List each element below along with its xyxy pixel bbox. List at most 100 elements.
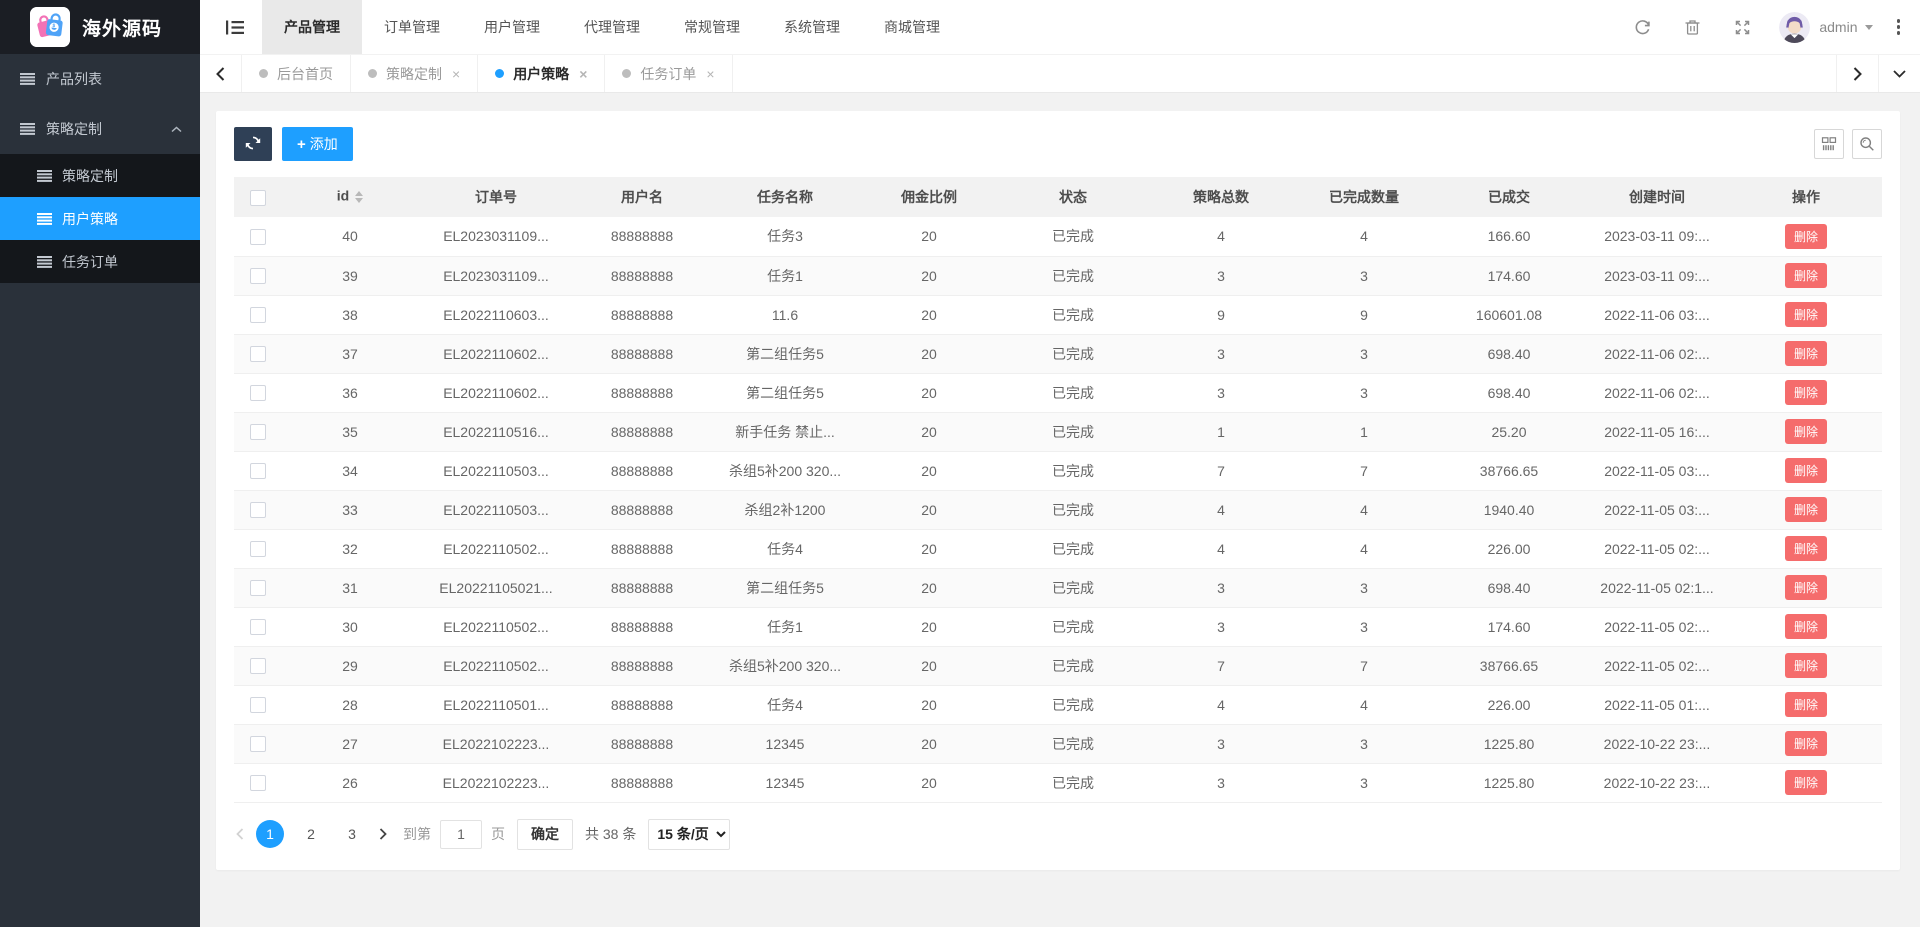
row-checkbox[interactable]: [250, 697, 266, 713]
row-checkbox[interactable]: [250, 424, 266, 440]
page-tab[interactable]: 后台首页: [242, 55, 351, 92]
page-tab[interactable]: 任务订单×: [605, 55, 732, 92]
topnav-tab[interactable]: 产品管理: [262, 0, 362, 54]
page-size-select[interactable]: 15 条/页: [648, 819, 730, 850]
cell-order_no: EL2022110602...: [418, 334, 574, 373]
cell-created: 2023-03-11 09:...: [1584, 217, 1730, 256]
search-icon[interactable]: [1852, 129, 1882, 159]
cell-id: 29: [282, 646, 418, 685]
row-checkbox[interactable]: [250, 541, 266, 557]
row-checkbox[interactable]: [250, 268, 266, 284]
fullscreen-icon[interactable]: [1717, 0, 1767, 54]
row-checkbox[interactable]: [250, 619, 266, 635]
row-checkbox[interactable]: [250, 580, 266, 596]
prev-page-icon[interactable]: [236, 828, 244, 840]
tabs-scroll-left-icon[interactable]: [200, 55, 242, 92]
delete-button[interactable]: 删除: [1785, 224, 1827, 249]
sort-asc-icon: [355, 187, 363, 196]
cell-turnover: 698.40: [1434, 568, 1584, 607]
refresh-table-button[interactable]: [234, 127, 272, 161]
close-icon[interactable]: ×: [579, 66, 587, 82]
list-icon: [37, 213, 52, 225]
delete-button[interactable]: 删除: [1785, 458, 1827, 483]
close-icon[interactable]: ×: [706, 66, 714, 82]
page-number[interactable]: 2: [297, 820, 325, 848]
delete-button[interactable]: 删除: [1785, 497, 1827, 522]
close-icon[interactable]: ×: [452, 66, 460, 82]
cell-action: 删除: [1730, 529, 1882, 568]
row-checkbox[interactable]: [250, 307, 266, 323]
page-number[interactable]: 1: [256, 820, 284, 848]
cell-status: 已完成: [998, 451, 1148, 490]
column-header-action: 操作: [1730, 177, 1882, 217]
cell-turnover: 226.00: [1434, 685, 1584, 724]
sidebar-item[interactable]: 策略定制: [0, 104, 200, 154]
topnav-tab[interactable]: 订单管理: [362, 0, 462, 54]
sidebar-subitem[interactable]: 任务订单: [0, 240, 200, 283]
cell-strategy_total: 4: [1148, 490, 1294, 529]
more-options-icon[interactable]: [1891, 13, 1907, 41]
page-number[interactable]: 3: [338, 820, 366, 848]
collapse-menu-icon[interactable]: [212, 0, 258, 54]
sidebar-item[interactable]: 产品列表: [0, 54, 200, 104]
delete-button[interactable]: 删除: [1785, 692, 1827, 717]
sidebar-subitem[interactable]: 策略定制: [0, 154, 200, 197]
topnav-tab[interactable]: 系统管理: [762, 0, 862, 54]
next-page-icon[interactable]: [379, 828, 387, 840]
list-icon: [20, 123, 35, 135]
column-header-task_name: 任务名称: [710, 177, 860, 217]
delete-button[interactable]: 删除: [1785, 302, 1827, 327]
delete-button[interactable]: 删除: [1785, 614, 1827, 639]
refresh-icon[interactable]: [1617, 0, 1667, 54]
confirm-button[interactable]: 确定: [517, 819, 573, 850]
trash-icon[interactable]: [1667, 0, 1717, 54]
cell-status: 已完成: [998, 685, 1148, 724]
delete-button[interactable]: 删除: [1785, 341, 1827, 366]
card-toolbar-right: [1814, 129, 1882, 159]
topnav-tab[interactable]: 代理管理: [562, 0, 662, 54]
row-checkbox[interactable]: [250, 385, 266, 401]
page-tab[interactable]: 策略定制×: [351, 55, 478, 92]
tabs-dropdown-icon[interactable]: [1878, 55, 1920, 92]
column-header-label: 操作: [1792, 189, 1820, 205]
topnav-tab[interactable]: 商城管理: [862, 0, 962, 54]
tab-dot-icon: [622, 69, 631, 78]
row-checkbox[interactable]: [250, 502, 266, 518]
chevron-up-icon: [171, 126, 182, 133]
delete-button[interactable]: 删除: [1785, 263, 1827, 288]
select-all-checkbox[interactable]: [250, 190, 266, 206]
column-filter-icon[interactable]: [1814, 129, 1844, 159]
row-checkbox[interactable]: [250, 463, 266, 479]
sidebar-subitem[interactable]: 用户策略: [0, 197, 200, 240]
page-tab[interactable]: 用户策略×: [478, 55, 605, 92]
data-table: id订单号用户名任务名称佣金比例状态策略总数已完成数量已成交创建时间操作 40E…: [234, 177, 1882, 803]
user-menu[interactable]: admin: [1779, 12, 1872, 43]
delete-button[interactable]: 删除: [1785, 731, 1827, 756]
add-button[interactable]: + 添加: [282, 127, 353, 161]
delete-button[interactable]: 删除: [1785, 770, 1827, 795]
cell-turnover: 174.60: [1434, 256, 1584, 295]
cell-action: 删除: [1730, 295, 1882, 334]
delete-button[interactable]: 删除: [1785, 575, 1827, 600]
delete-button[interactable]: 删除: [1785, 419, 1827, 444]
cell-created: 2022-11-05 03:...: [1584, 451, 1730, 490]
row-checkbox[interactable]: [250, 346, 266, 362]
cell-username: 88888888: [574, 334, 710, 373]
row-checkbox-cell: [234, 295, 282, 334]
cell-turnover: 25.20: [1434, 412, 1584, 451]
delete-button[interactable]: 删除: [1785, 536, 1827, 561]
delete-button[interactable]: 删除: [1785, 380, 1827, 405]
page-jump-input[interactable]: [440, 820, 482, 849]
cell-completed: 4: [1294, 529, 1434, 568]
sort-icon[interactable]: [355, 187, 363, 207]
tabs-scroll-right-icon[interactable]: [1836, 55, 1878, 92]
delete-button[interactable]: 删除: [1785, 653, 1827, 678]
topnav-tab[interactable]: 用户管理: [462, 0, 562, 54]
row-checkbox[interactable]: [250, 775, 266, 791]
table-row: 33EL2022110503...88888888杀组2补120020已完成44…: [234, 490, 1882, 529]
row-checkbox[interactable]: [250, 229, 266, 245]
row-checkbox[interactable]: [250, 736, 266, 752]
row-checkbox-cell: [234, 529, 282, 568]
row-checkbox[interactable]: [250, 658, 266, 674]
topnav-tab[interactable]: 常规管理: [662, 0, 762, 54]
